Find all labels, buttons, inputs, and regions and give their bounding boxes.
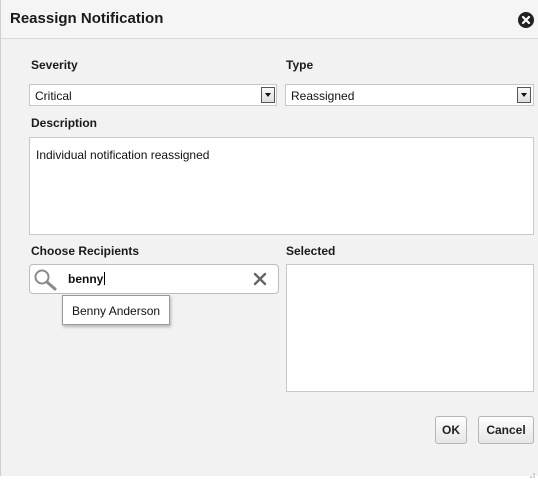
selected-label: Selected [286,244,336,258]
close-icon[interactable] [518,12,534,28]
type-label: Type [286,58,314,72]
cancel-button[interactable]: Cancel [478,416,534,444]
severity-select[interactable]: Critical [29,84,277,106]
recipient-suggestion-list: Benny Anderson [62,295,170,325]
chevron-down-icon[interactable] [261,87,275,103]
type-value: Reassigned [291,89,355,103]
ok-button[interactable]: OK [435,416,467,444]
reassign-notification-dialog: Reassign Notification Severity Critical … [0,0,538,478]
severity-value: Critical [35,89,72,103]
recipient-search-input[interactable]: benny [29,264,279,294]
description-label: Description [31,116,98,130]
type-select[interactable]: Reassigned [285,84,534,106]
clear-x-icon[interactable] [253,272,267,291]
selected-recipients-list[interactable] [286,264,534,392]
description-value: Individual notification reassigned [36,148,210,162]
suggestion-item[interactable]: Benny Anderson [72,304,160,318]
search-icon [32,268,62,297]
description-textarea[interactable]: Individual notification reassigned [29,137,534,235]
search-value: benny [68,272,104,286]
resize-grip-icon[interactable] [528,466,536,478]
severity-label: Severity [31,58,78,72]
dialog-titlebar: Reassign Notification [1,0,538,39]
text-caret [104,272,106,285]
choose-recipients-label: Choose Recipients [31,244,140,258]
chevron-down-icon[interactable] [517,87,531,103]
dialog-title: Reassign Notification [10,10,164,27]
